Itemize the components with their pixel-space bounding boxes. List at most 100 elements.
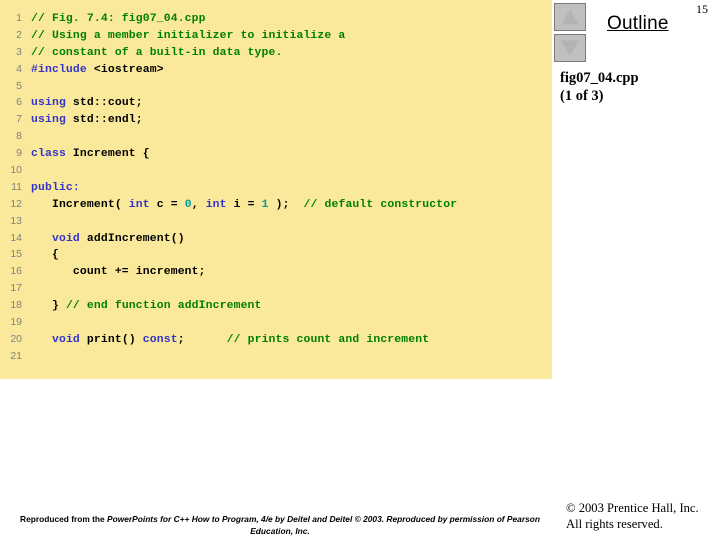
code-token-comment: // prints count and increment [226, 333, 430, 346]
code-line-number: 20 [10, 332, 22, 345]
code-token-keyword: using [31, 97, 66, 110]
code-token-keyword: #include [31, 63, 94, 76]
code-token-plain: i = [226, 198, 262, 211]
code-line-number: 8 [16, 130, 22, 143]
code-line-number: 10 [10, 164, 22, 177]
code-line: 13 [0, 215, 552, 232]
code-token-keyword: public: [31, 181, 80, 194]
code-line: 10 [0, 164, 552, 181]
footer-credit-prefix: Reproduced from the [20, 514, 108, 524]
copyright-line-1: © 2003 Prentice Hall, Inc. [566, 501, 699, 515]
code-token-plain: Increment { [65, 148, 150, 161]
code-line-number: 7 [16, 113, 22, 126]
code-line-text: void print() const; // prints count and … [31, 334, 429, 346]
code-line: 16 count += increment; [0, 265, 552, 282]
page-number: 15 [696, 2, 708, 16]
code-line-text: // Fig. 7.4: fig07_04.cpp [31, 13, 206, 25]
code-token-plain: , [191, 198, 206, 211]
code-token-plain: ); [268, 198, 304, 211]
code-line: 4 #include <iostream> [0, 63, 552, 80]
code-line-text: } // end function addIncrement [31, 300, 262, 312]
code-line-text: using std::cout; [31, 97, 143, 109]
code-listing-panel: 1 // Fig. 7.4: fig07_04.cpp 2 // Using a me… [0, 0, 552, 379]
code-line: 8 [0, 130, 552, 147]
code-token-plain: std::endl; [65, 114, 143, 127]
code-token-plain: Increment( [31, 198, 129, 211]
footer-credit-italic: PowerPoints for C++ How to Program, 4/e … [107, 514, 540, 536]
outline-file-progress: (1 of 3) [560, 88, 604, 104]
code-token-plain: } [31, 300, 66, 313]
code-line: 3 // constant of a built-in data type. [0, 46, 552, 63]
code-line-number: 5 [16, 79, 22, 92]
code-token-keyword: void [51, 232, 80, 245]
code-token-plain: ; [177, 333, 227, 346]
outline-title: Outline [607, 13, 669, 34]
scroll-down-button[interactable] [554, 34, 586, 62]
code-token-plain: c = [149, 198, 185, 211]
code-line-text: // constant of a built-in data type. [31, 47, 282, 59]
code-line-number: 1 [16, 12, 22, 24]
code-token-comment: // Fig. 7.4: fig07_04.cpp [31, 13, 206, 25]
code-line-number: 15 [10, 248, 22, 261]
code-token-comment: // Using a member initializer to initial… [31, 29, 346, 42]
code-line-text: #include <iostream> [31, 64, 164, 76]
code-line: 17 [0, 282, 552, 299]
code-line-text: using std::endl; [31, 114, 143, 126]
code-line-number: 17 [10, 282, 22, 295]
code-token-keyword: const [142, 333, 178, 346]
code-line-text: Increment( int c = 0, int i = 1 ); // de… [31, 199, 457, 211]
code-token-plain: addIncrement() [79, 232, 185, 245]
code-line-number: 6 [16, 96, 22, 109]
footer-copyright: © 2003 Prentice Hall, Inc. All rights re… [566, 500, 699, 532]
code-line-number: 11 [11, 180, 22, 193]
code-token-keyword: using [31, 114, 66, 127]
code-token-comment: // default constructor [303, 198, 458, 211]
code-token-keyword: void [51, 333, 80, 346]
code-line: 1 // Fig. 7.4: fig07_04.cpp [0, 12, 552, 29]
scroll-up-button[interactable] [554, 3, 586, 31]
code-line-number: 2 [16, 28, 22, 41]
outline-panel: Outline 15 fig07_04.cpp (1 of 3) [552, 0, 720, 540]
copyright-line-2: All rights reserved. [566, 517, 663, 531]
code-token-keyword: class [31, 148, 66, 161]
code-line-text: class Increment { [31, 148, 150, 160]
code-line-text: count += increment; [31, 266, 206, 278]
code-line: 5 [0, 80, 552, 97]
code-line: 19 [0, 316, 552, 333]
code-line: 14 void addIncrement() [0, 232, 552, 249]
code-line: 2 // Using a member initializer to initia… [0, 29, 552, 46]
code-line: 6 using std::cout; [0, 96, 552, 113]
outline-file-info: fig07_04.cpp (1 of 3) [560, 69, 639, 105]
code-line-number: 21 [10, 349, 22, 362]
code-token-comment: // end function addIncrement [65, 300, 262, 313]
code-line-number: 16 [10, 265, 22, 278]
code-line-number: 9 [16, 147, 22, 160]
code-token-plain: std::cout; [65, 97, 143, 110]
code-token-plain: print() [79, 333, 143, 346]
code-line: 20 void print() const; // prints count a… [0, 333, 552, 350]
code-token-comment: // constant of a built-in data type. [31, 46, 283, 59]
code-line-number: 12 [10, 197, 22, 210]
code-line-number: 14 [10, 231, 22, 244]
code-token-plain: { [31, 249, 59, 262]
code-token-plain: count += increment; [31, 266, 206, 279]
code-line-number: 3 [16, 45, 22, 58]
code-line-number: 4 [16, 62, 22, 75]
scroll-button-group [554, 3, 590, 65]
code-token-keyword: int [128, 198, 150, 211]
code-lines-container: 1 // Fig. 7.4: fig07_04.cpp 2 // Using a me… [0, 12, 552, 367]
code-line-number: 13 [10, 214, 22, 227]
outline-file-name: fig07_04.cpp [560, 70, 639, 86]
code-line-number: 18 [10, 299, 22, 312]
code-line: 18 } // end function addIncrement [0, 299, 552, 316]
code-line-text: // Using a member initializer to initial… [31, 30, 345, 42]
code-token-number: 1 [261, 198, 269, 211]
triangle-up-icon [561, 9, 579, 25]
code-line: 12 Increment( int c = 0, int i = 1 ); //… [0, 198, 552, 215]
code-token-number: 0 [184, 198, 192, 211]
code-line: 15 { [0, 248, 552, 265]
code-line: 21 [0, 350, 552, 367]
footer-credit: Reproduced from the PowerPoints for C++ … [18, 513, 542, 537]
